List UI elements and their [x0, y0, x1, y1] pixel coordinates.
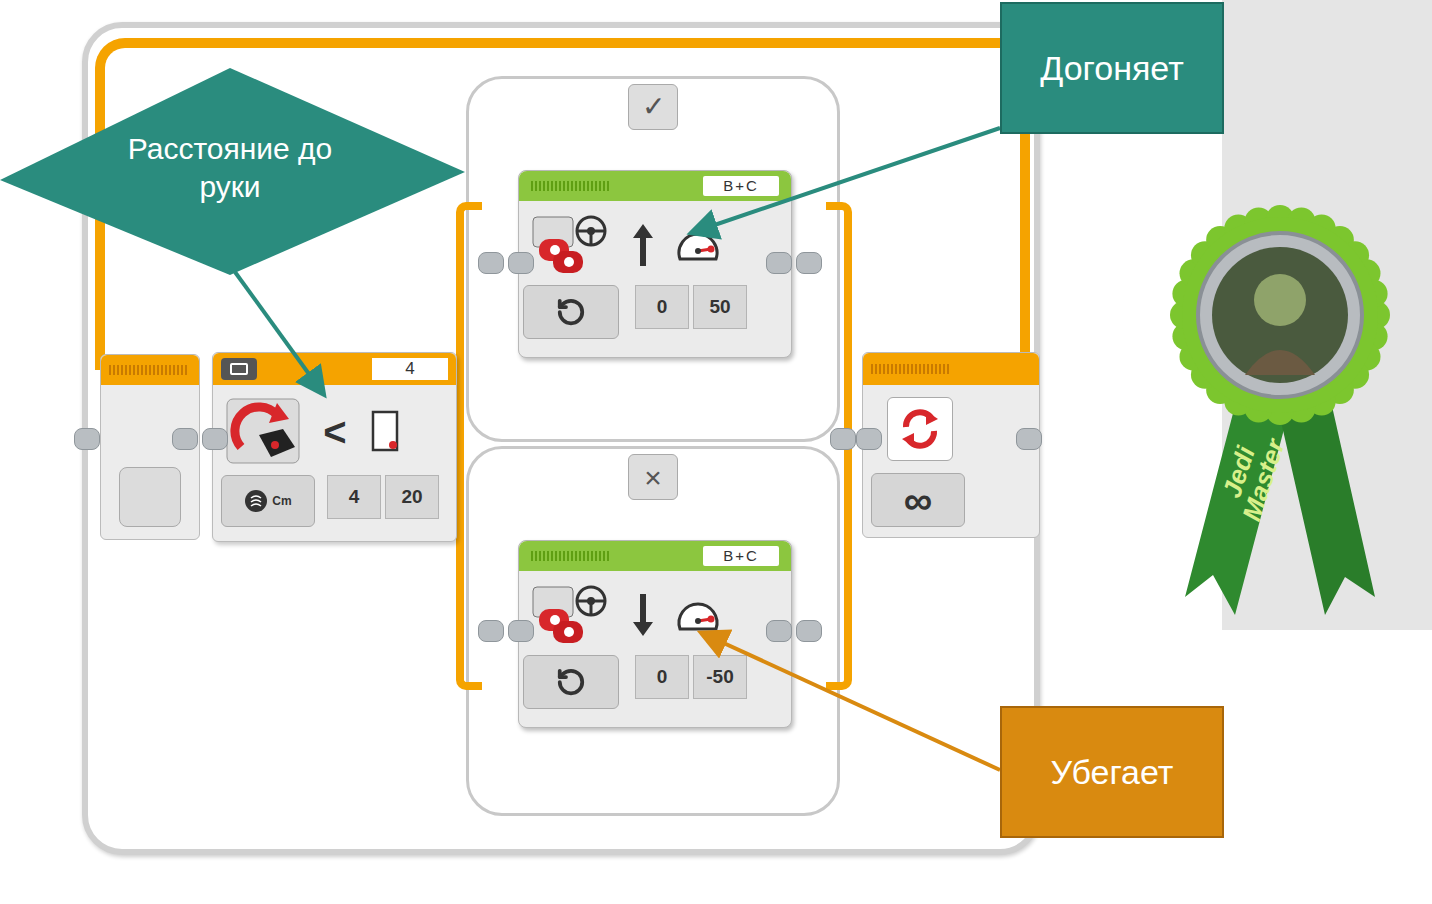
callout-box: Догоняет — [1000, 2, 1224, 134]
connector-plug — [478, 252, 504, 274]
loop-end-block[interactable]: ∞ — [862, 352, 1040, 538]
connector-plug — [508, 620, 534, 642]
connector-plug — [74, 428, 100, 450]
input-value[interactable]: 4 — [327, 475, 381, 519]
connector-plug — [172, 428, 198, 450]
ultrasonic-switch-block[interactable]: 4<Cm420 — [212, 352, 457, 542]
block-header: B+C — [519, 541, 791, 571]
connector-plug — [478, 620, 504, 642]
callout-text: Расстояние до руки — [120, 130, 340, 206]
connector-plug — [830, 428, 856, 450]
rotate-icon — [556, 297, 586, 327]
speedometer-icon — [675, 595, 721, 635]
connector-plug — [1016, 428, 1042, 450]
move-steering-block[interactable]: B+C 0-50 — [518, 540, 792, 728]
loop-plate — [119, 467, 181, 527]
compare-operator[interactable]: < — [313, 412, 357, 452]
arrow-up-icon — [631, 222, 655, 268]
loop-mode-button[interactable]: ∞ — [871, 473, 965, 527]
jedi-badge-icon — [1165, 205, 1395, 630]
connector-plug — [508, 252, 534, 274]
input-value[interactable]: 0 — [635, 285, 689, 329]
distance-icon — [244, 489, 268, 513]
input-value[interactable]: 0 — [635, 655, 689, 699]
port-icon — [369, 409, 403, 455]
move-steering-icon — [531, 209, 611, 281]
input-value[interactable]: 50 — [693, 285, 747, 329]
speedometer-icon — [675, 225, 721, 265]
header-grip — [531, 551, 611, 561]
header-grip — [531, 181, 611, 191]
connector-plug — [856, 428, 882, 450]
block-header: 4 — [213, 353, 456, 385]
move-steering-icon — [531, 579, 611, 651]
input-value[interactable]: -50 — [693, 655, 747, 699]
connector-plug — [796, 252, 822, 274]
connector-plug — [766, 252, 792, 274]
callout-diamond — [0, 68, 465, 275]
ultrasonic-sensor-icon — [225, 397, 301, 467]
mode-button[interactable]: Cm — [221, 475, 315, 527]
callout-arrow — [694, 128, 1000, 232]
canvas: ✓×4<Cm420B+C050B+C0-50∞Расстояние до рук… — [0, 0, 1432, 904]
connector-plug — [796, 620, 822, 642]
port-label[interactable]: B+C — [703, 546, 779, 566]
connector-plug — [766, 620, 792, 642]
callout-arrow — [235, 272, 322, 392]
mode-button[interactable] — [523, 655, 619, 709]
block-header: B+C — [519, 171, 791, 201]
callout-box: Убегает — [1000, 706, 1224, 838]
port-label[interactable]: B+C — [703, 176, 779, 196]
view-toggle-icon[interactable] — [221, 358, 257, 380]
rotate-icon — [556, 667, 586, 697]
move-steering-block[interactable]: B+C 050 — [518, 170, 792, 358]
switch-wire — [456, 202, 482, 690]
case-tab[interactable]: ✓ — [628, 84, 678, 130]
callout-arrow — [704, 634, 1000, 770]
header-grip — [871, 364, 951, 374]
loop-icon-tile — [887, 397, 953, 461]
unit-label: Cm — [272, 492, 291, 510]
arrow-down-icon — [631, 592, 655, 638]
header-grip — [109, 365, 189, 375]
input-value[interactable]: 20 — [385, 475, 439, 519]
connector-plug — [202, 428, 228, 450]
mode-button[interactable] — [523, 285, 619, 339]
port-label[interactable]: 4 — [372, 358, 448, 380]
loop-arrows-icon — [896, 405, 944, 453]
case-tab[interactable]: × — [628, 454, 678, 500]
